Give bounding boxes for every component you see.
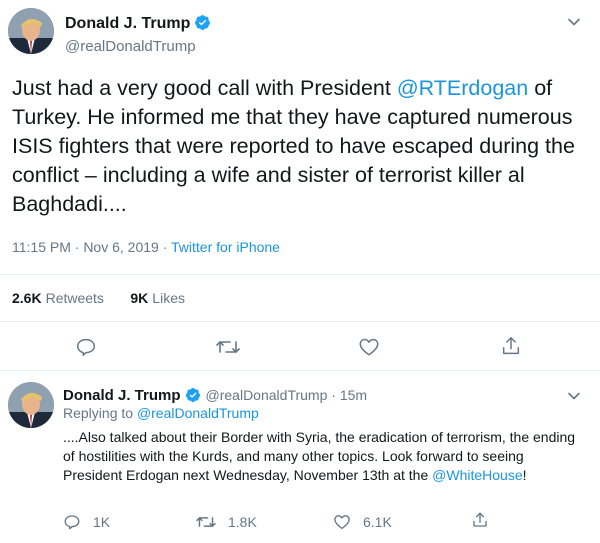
- tweet-text: Just had a very good call with President…: [12, 74, 590, 219]
- share-icon[interactable]: [500, 335, 522, 362]
- divider: [0, 370, 600, 371]
- like-icon: [334, 515, 350, 530]
- like-icon[interactable]: [358, 336, 380, 363]
- reply-icon[interactable]: [75, 336, 97, 363]
- tweet-meta: 11:15 PM · Nov 6, 2019 · Twitter for iPh…: [12, 239, 280, 255]
- retweet-icon[interactable]: [216, 336, 240, 363]
- tweet-text-part: !: [522, 467, 527, 483]
- like-button[interactable]: 6.1K: [333, 513, 392, 531]
- likes-stat[interactable]: 9K Likes: [130, 290, 185, 307]
- mention-link[interactable]: @RTErdogan: [397, 76, 528, 100]
- like-count: 6.1K: [363, 514, 392, 530]
- tweet-text: ....Also talked about their Border with …: [63, 428, 583, 485]
- reply-count: 1K: [93, 514, 111, 530]
- retweets-count: 2.6K: [12, 290, 42, 306]
- meta-separator: ·: [158, 239, 172, 255]
- author-handle[interactable]: @realDonaldTrump: [65, 37, 211, 57]
- likes-count: 9K: [130, 290, 149, 306]
- retweet-button[interactable]: 1.8K: [196, 513, 257, 531]
- replying-to-link[interactable]: @realDonaldTrump: [137, 405, 259, 421]
- divider: [0, 321, 600, 322]
- replying-to: Replying to @realDonaldTrump: [63, 404, 259, 423]
- author-name[interactable]: Donald J. Trump: [65, 15, 190, 32]
- tweet-age[interactable]: · 15m: [327, 387, 367, 403]
- reply-button[interactable]: 1K: [63, 513, 110, 531]
- timestamp[interactable]: 11:15 PM · Nov 6, 2019: [12, 239, 159, 255]
- replying-to-prefix: Replying to: [63, 405, 137, 421]
- mention-link[interactable]: @WhiteHouse: [432, 467, 522, 483]
- author-header: Donald J. Trump @realDonaldTrump: [65, 14, 211, 57]
- retweets-label: Retweets: [45, 290, 104, 306]
- divider: [0, 274, 600, 275]
- chevron-down-icon[interactable]: [566, 388, 582, 409]
- reply-icon: [64, 515, 80, 530]
- share-icon[interactable]: [471, 511, 489, 534]
- retweet-count: 1.8K: [228, 514, 257, 530]
- retweet-icon: [196, 517, 216, 527]
- verified-badge-icon: [194, 14, 211, 37]
- author-name[interactable]: Donald J. Trump: [63, 387, 181, 404]
- avatar[interactable]: [8, 8, 54, 54]
- retweets-stat[interactable]: 2.6K Retweets: [12, 290, 108, 307]
- chevron-down-icon[interactable]: [566, 14, 582, 35]
- source-link[interactable]: Twitter for iPhone: [171, 239, 280, 255]
- tweet-text-part: Just had a very good call with President: [12, 76, 397, 100]
- engagement-stats: 2.6K Retweets 9K Likes: [12, 290, 185, 308]
- avatar[interactable]: [8, 382, 54, 428]
- likes-label: Likes: [152, 290, 185, 306]
- author-handle[interactable]: @realDonaldTrump: [206, 387, 328, 403]
